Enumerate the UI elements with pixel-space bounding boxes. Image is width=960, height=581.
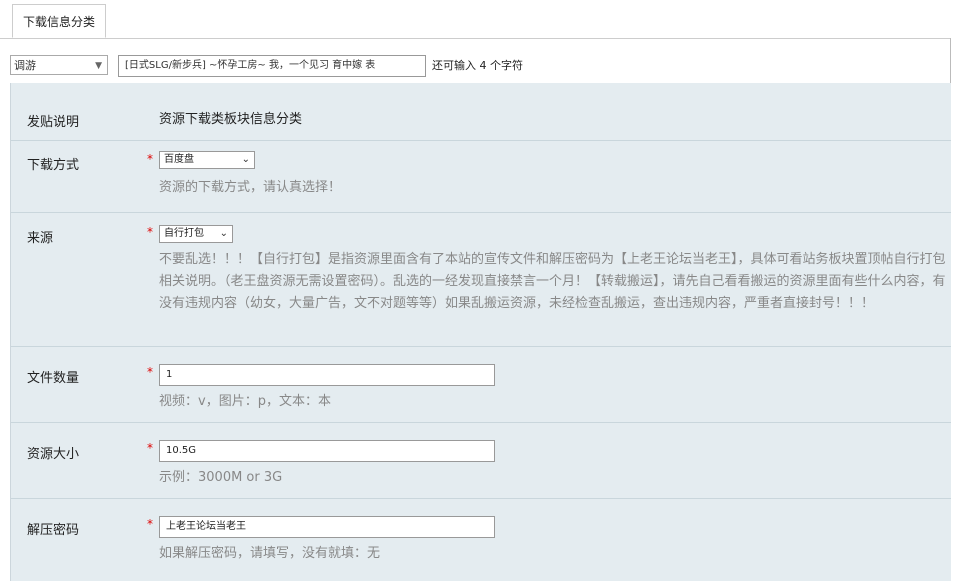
source-label: 来源 — [27, 231, 54, 246]
required-mark: * — [147, 225, 153, 239]
size-desc: 示例：3000M or 3G — [159, 470, 283, 485]
title-input[interactable]: [日式SLG/新步兵] ~怀孕工房~ 我，一个见习 育中嫁 表 — [118, 55, 426, 77]
file-count-desc: 视频：v，图片：p，文本：本 — [159, 394, 331, 409]
download-method-label: 下载方式 — [27, 158, 80, 173]
required-mark: * — [147, 441, 153, 455]
required-mark: * — [147, 152, 153, 166]
password-desc: 如果解压密码，请填写，没有就填：无 — [159, 546, 381, 561]
row-file-count: 文件数量 * 1 视频：v，图片：p，文本：本 — [11, 347, 951, 423]
file-count-input[interactable]: 1 — [159, 364, 495, 386]
row-size: 资源大小 * 10.5G 示例：3000M or 3G — [11, 423, 951, 499]
download-method-select[interactable]: 百度盘 ⌄ — [159, 151, 255, 169]
source-desc: 不要乱选！！！【自行打包】是指资源里面含有了本站的宣传文件和解压密码为【上老王论… — [159, 252, 946, 311]
tab-download-info[interactable]: 下载信息分类 — [12, 4, 107, 38]
thread-type-value: 调游 — [14, 59, 36, 72]
intro-label: 发贴说明 — [27, 115, 80, 130]
required-mark: * — [147, 517, 153, 531]
password-label: 解压密码 — [27, 523, 80, 538]
size-input[interactable]: 10.5G — [159, 440, 495, 462]
download-method-value: 百度盘 — [164, 154, 194, 165]
char-count-hint: 还可输入 4 个字符 — [432, 59, 523, 72]
file-count-label: 文件数量 — [27, 371, 80, 386]
password-input[interactable]: 上老王论坛当老王 — [159, 516, 495, 538]
title-row: 调游 ▼ [日式SLG/新步兵] ~怀孕工房~ 我，一个见习 育中嫁 表 还可输… — [10, 55, 960, 77]
chevron-down-icon: ⌄ — [241, 154, 250, 165]
source-select[interactable]: 自行打包 ⌄ — [159, 225, 233, 243]
chevron-down-icon: ▼ — [95, 61, 102, 71]
thread-type-select[interactable]: 调游 ▼ — [10, 55, 108, 75]
intro-value: 资源下载类板块信息分类 — [159, 112, 303, 127]
size-label: 资源大小 — [27, 447, 80, 462]
row-password: 解压密码 * 上老王论坛当老王 如果解压密码，请填写，没有就填：无 — [11, 499, 951, 581]
row-source: 来源 * 自行打包 ⌄ 不要乱选！！！【自行打包】是指资源里面含有了本站的宣传文… — [11, 213, 951, 347]
source-value: 自行打包 — [164, 228, 204, 239]
row-download-method: 下载方式 * 百度盘 ⌄ 资源的下载方式，请认真选择！ — [11, 141, 951, 213]
form-panel: 发贴说明 资源下载类板块信息分类 下载方式 * 百度盘 ⌄ 资源的下载方式，请认… — [10, 83, 951, 581]
row-intro: 发贴说明 资源下载类板块信息分类 — [11, 83, 951, 141]
required-mark: * — [147, 365, 153, 379]
chevron-down-icon: ⌄ — [219, 228, 228, 239]
scrollbar-edge[interactable] — [950, 38, 960, 581]
tab-bar: 下载信息分类 — [0, 0, 960, 39]
download-method-desc: 资源的下载方式，请认真选择！ — [159, 180, 342, 195]
